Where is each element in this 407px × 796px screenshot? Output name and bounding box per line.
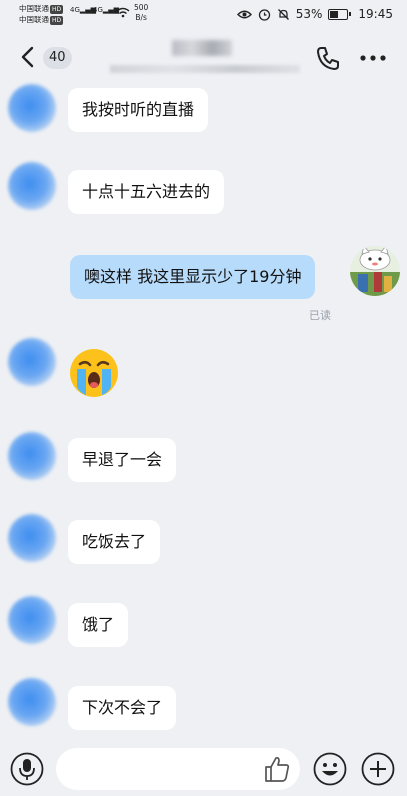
battery-percent: 53% xyxy=(295,7,323,21)
message-bubble[interactable]: 饿了 xyxy=(68,603,129,647)
carrier-info: 中国联通 HD 中国联通 HD xyxy=(19,3,64,25)
emoji-icon[interactable] xyxy=(313,752,347,786)
chat-header: 40 xyxy=(0,30,407,85)
carrier-2: 中国联通 xyxy=(19,15,49,24)
alarm-icon xyxy=(258,8,270,21)
unread-count-badge[interactable]: 40 xyxy=(43,47,72,69)
more-dots-icon[interactable] xyxy=(358,45,388,71)
clock: 19:45 xyxy=(358,7,393,21)
avatar[interactable] xyxy=(8,596,56,644)
phone-icon[interactable] xyxy=(314,44,342,72)
crying-face-emoji[interactable] xyxy=(68,347,120,399)
plus-icon[interactable] xyxy=(361,752,395,786)
avatar[interactable] xyxy=(8,162,56,210)
contact-name-redacted xyxy=(172,40,232,56)
input-bar xyxy=(0,740,407,796)
carrier-1: 中国联通 xyxy=(19,4,49,13)
back-arrow-icon[interactable] xyxy=(16,44,42,70)
mute-bell-icon xyxy=(277,8,289,20)
avatar[interactable] xyxy=(8,84,56,132)
net-speed: 500 B/s xyxy=(134,3,149,22)
message-bubble[interactable]: 十点十五六进去的 xyxy=(68,170,225,214)
avatar[interactable] xyxy=(8,338,56,386)
thumbs-up-icon[interactable] xyxy=(262,754,292,784)
avatar[interactable] xyxy=(8,432,56,480)
message-bubble[interactable]: 我按时听的直播 xyxy=(68,88,209,132)
contact-status-redacted xyxy=(110,65,300,73)
hd-badge: HD xyxy=(50,5,64,14)
status-bar: 中国联通 HD 中国联通 HD 4G▂▄▆ 4G▂▄▆ 500 B/s 53% 19… xyxy=(0,0,407,30)
avatar[interactable] xyxy=(8,514,56,562)
my-message-bubble[interactable]: 噢这样 我这里显示少了19分钟 xyxy=(70,255,316,299)
message-bubble[interactable]: 下次不会了 xyxy=(68,686,177,730)
battery-icon xyxy=(328,8,352,20)
message-bubble[interactable]: 早退了一会 xyxy=(68,438,177,482)
message-bubble[interactable]: 吃饭去了 xyxy=(68,520,161,564)
avatar[interactable] xyxy=(8,678,56,726)
wifi-icon xyxy=(116,7,130,18)
microphone-icon[interactable] xyxy=(10,752,44,786)
read-status: 已读 xyxy=(309,309,331,322)
my-avatar[interactable] xyxy=(350,246,400,296)
eye-icon xyxy=(236,10,252,18)
hd-badge: HD xyxy=(50,16,64,25)
